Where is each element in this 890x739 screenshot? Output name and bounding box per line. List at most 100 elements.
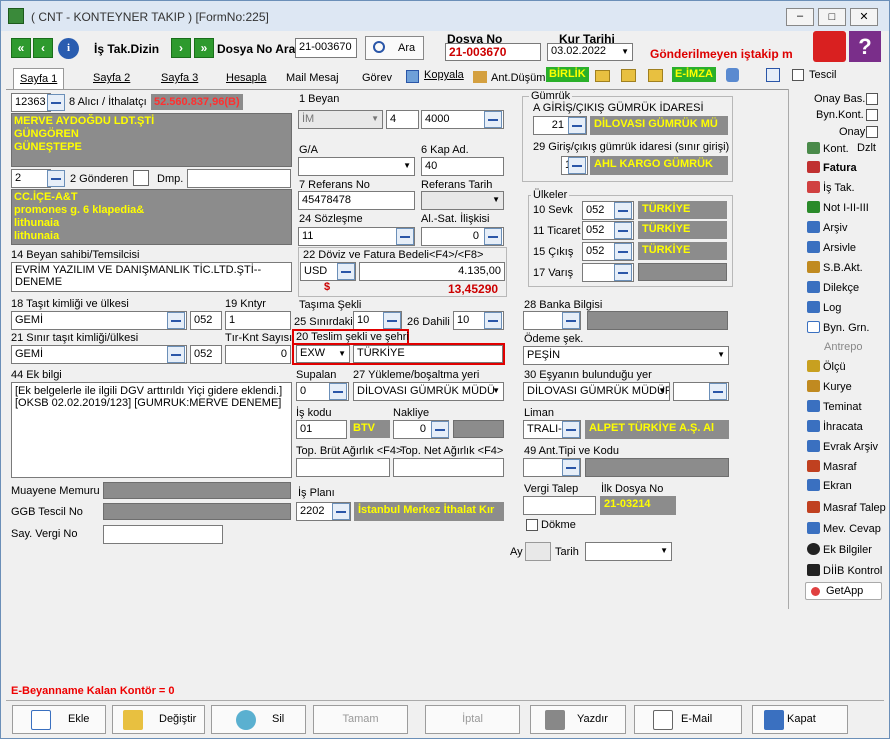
kapat-button[interactable]: Kapat [752,705,848,734]
side-mev-cevap[interactable]: Mev. Cevap [807,522,881,535]
list-icon[interactable] [133,170,149,186]
is-plani-search-button[interactable] [332,503,350,520]
beyan-4-input[interactable]: 4 [386,110,419,129]
info-icon[interactable]: i [58,38,79,59]
iptal-button[interactable]: İptal [425,705,520,734]
side-teminat[interactable]: Teminat [807,400,862,413]
tasit-code-input[interactable]: 052 [190,311,222,330]
alsat-search-button[interactable] [484,228,502,245]
signature-icon[interactable] [726,68,739,82]
nakliye-search-button[interactable] [431,421,449,438]
supalan-search-button[interactable] [329,383,347,400]
side-dilekce[interactable]: Dilekçe [807,281,859,294]
is-kodu-input[interactable]: 01 [296,420,347,439]
sinir-tasit-input[interactable]: GEMİ [11,345,187,364]
beyan-sahibi-input[interactable]: EVRİM YAZILIM VE DANIŞMANLIK TİC.LTD.ŞTİ… [11,262,292,292]
onay-bas-checkbox[interactable] [866,93,878,105]
folder-icon[interactable] [595,70,610,82]
tir-input[interactable]: 0 [225,345,291,364]
first-record-icon[interactable]: « [11,38,31,58]
kur-tarihi-select[interactable]: 03.02.2022 [547,43,633,61]
sinir-tasit-code-input[interactable]: 052 [190,345,222,364]
banka-search-button[interactable] [562,312,580,329]
side-log[interactable]: Log [807,301,841,314]
ref-input[interactable]: 45478478 [298,191,415,210]
esya-search-button[interactable] [709,383,727,400]
sevk-search-button[interactable] [614,202,632,219]
tab-birlik[interactable]: BİRLİK [546,67,589,82]
sil-button[interactable]: Sil [211,705,306,734]
ref-tarih-select[interactable] [421,191,504,210]
ek-bilgi-textarea[interactable]: [Ek belgelerle ile ilgili DGV arttırıldı… [11,382,292,478]
alici-code-input[interactable]: 12363 [11,93,51,112]
dosya-no-input[interactable]: 21-003670 [445,43,541,61]
side-kont[interactable]: Kont. [807,142,849,155]
minimize-button[interactable]: – [786,8,814,26]
side-ihracata[interactable]: İhracata [807,420,863,433]
kap-input[interactable]: 40 [421,157,504,176]
folder-export-icon[interactable] [648,69,663,82]
maximize-button[interactable]: □ [818,8,846,26]
ay-field[interactable] [525,542,551,561]
side-byn-grn[interactable]: Byn. Grn. [807,321,869,334]
dosya-no-ara-input[interactable]: 21-003670 [295,38,357,58]
side-masraf[interactable]: Masraf [807,460,857,473]
side-ek-bilgiler[interactable]: Ek Bilgiler [807,543,872,556]
tab-mail-mesaj[interactable]: Mail Mesaj [280,68,345,89]
side-sb-akt[interactable]: S.B.Akt. [807,261,863,274]
email-button[interactable]: E-Mail [634,705,742,734]
teslim-select[interactable]: EXW [296,345,350,363]
dahili-search-button[interactable] [484,312,502,329]
next-record-icon[interactable]: › [171,38,191,58]
folder-up-icon[interactable] [621,69,636,82]
yukleme-select[interactable]: DİLOVASI GÜMRÜK MÜDÜ [353,382,504,401]
help-icon[interactable]: ? [849,31,881,62]
side-dzlt[interactable]: Dzlt [857,142,876,154]
sinir-search-button[interactable] [383,312,401,329]
varis-search-button[interactable] [614,264,632,281]
side-diib-kontrol[interactable]: DİİB Kontrol [807,564,882,577]
teslim-sehir-input[interactable]: TÜRKİYE [353,345,503,363]
prev-record-icon[interactable]: ‹ [33,38,53,58]
tab-hesapla[interactable]: Hesapla [220,68,272,89]
brut-input[interactable] [296,458,390,477]
tasit-search-button[interactable] [167,312,185,329]
last-record-icon[interactable]: » [194,38,214,58]
side-masraf-talep[interactable]: Masraf Talep [807,501,886,514]
ant-search-button[interactable] [562,459,580,476]
side-not[interactable]: Not I-II-III [807,201,869,214]
degistir-button[interactable]: Değiştir [112,705,205,734]
is-tak-dizin-label[interactable]: İş Tak.Dizin [94,42,159,56]
preview-icon[interactable] [766,68,780,82]
kntyr-input[interactable]: 1 [225,311,291,330]
alici-search-button[interactable] [47,94,65,111]
tab-gorev[interactable]: Görev [356,68,398,89]
side-getapp[interactable]: GetApp [805,582,882,600]
dmp-input[interactable] [187,169,291,188]
tab-sayfa-3[interactable]: Sayfa 3 [155,68,204,89]
tarih-select[interactable] [585,542,672,561]
side-is-tak[interactable]: İş Tak. [807,181,855,194]
gonderen-code-input[interactable]: 2 [11,169,51,188]
esya-select[interactable]: DİLOVASI GÜMRÜK MÜDÜR [523,382,670,401]
giris-search-button[interactable] [568,117,586,134]
onay-checkbox[interactable] [866,126,878,138]
side-olcu[interactable]: Ölçü [807,360,846,373]
tab-kopyala[interactable]: Kopyala [418,65,470,86]
ticaret-search-button[interactable] [614,222,632,239]
close-button[interactable]: ✕ [850,8,878,26]
ekle-button[interactable]: Ekle [12,705,106,734]
side-evrak-arsiv[interactable]: Evrak Arşiv [807,440,878,453]
side-arsiv[interactable]: Arşiv [807,221,847,234]
tescil-checkbox[interactable] [792,69,804,81]
doviz-search-button[interactable] [337,263,355,280]
cikis-search-button[interactable] [614,243,632,260]
fatura-input[interactable]: 4.135,00 [359,262,505,281]
yazdir-button[interactable]: Yazdır [530,705,626,734]
dokme-checkbox[interactable] [526,519,538,531]
tab-ant-dusum[interactable]: Ant.Düşüm [485,68,551,89]
tab-sayfa-1[interactable]: Sayfa 1 [13,68,65,89]
ara-button[interactable]: Ara [365,36,424,60]
tab-e-imza[interactable]: E-İMZA [672,67,716,82]
sinir-tasit-search-button[interactable] [167,346,185,363]
